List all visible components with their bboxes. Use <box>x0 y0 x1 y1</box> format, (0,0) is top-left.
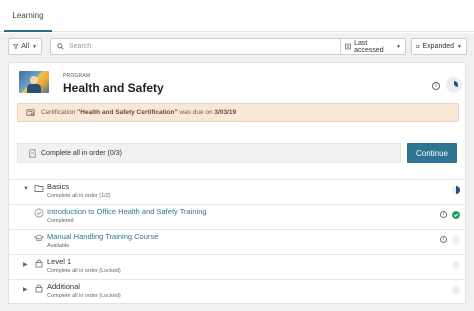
check-circle-icon <box>34 208 44 218</box>
certificate-icon <box>26 109 35 116</box>
chevron-down-icon: ▼ <box>457 43 462 50</box>
item-status: Complete all in order (Locked) <box>47 293 121 299</box>
program-thumbnail <box>19 71 49 93</box>
sort-icon <box>345 43 351 50</box>
document-icon <box>29 148 36 158</box>
grid-icon <box>416 45 420 48</box>
chevron-right-icon[interactable]: ▶ <box>23 286 28 293</box>
chevron-down-icon[interactable]: ▼ <box>23 186 29 192</box>
sort-label: Last accessed <box>354 39 384 54</box>
item-status: Complete all in order (Locked) <box>47 268 121 274</box>
list-item[interactable]: ▶ Level 1 Complete all in order (Locked) <box>9 254 465 279</box>
item-name[interactable]: Manual Handling Training Course <box>47 232 158 241</box>
toolbar: All ▼ Last accessed ▼ Expanded ▼ <box>8 38 468 56</box>
completed-check-icon <box>452 211 460 219</box>
sort-dropdown[interactable]: Last accessed ▼ <box>340 38 406 55</box>
lock-icon <box>35 284 43 293</box>
folder-icon <box>34 185 44 192</box>
item-name: Basics <box>47 182 70 191</box>
item-name[interactable]: Introduction to Office Health and Safety… <box>47 207 207 216</box>
chevron-right-icon[interactable]: ▶ <box>23 261 28 268</box>
not-started-icon <box>452 236 460 244</box>
chevron-down-icon: ▼ <box>396 43 401 50</box>
tab-bar: Learning <box>0 0 474 32</box>
info-icon[interactable]: i <box>432 82 440 90</box>
filter-label: All <box>21 43 30 50</box>
progress-pie-icon <box>452 186 460 194</box>
alert-text: Certification "Health and Safety Certifi… <box>41 109 237 116</box>
lock-icon <box>35 259 43 268</box>
view-dropdown[interactable]: Expanded ▼ <box>411 38 467 55</box>
item-name: Additional <box>47 282 80 291</box>
item-status: Complete all in order (1/2) <box>47 193 111 199</box>
not-started-icon <box>452 261 460 269</box>
not-started-icon <box>452 286 460 294</box>
order-label: Complete all in order (0/3) <box>41 149 122 157</box>
progress-indicator <box>446 77 462 93</box>
list-item[interactable]: Introduction to Office Health and Safety… <box>9 204 465 229</box>
list-item[interactable]: ▼ Basics Complete all in order (1/2) <box>9 179 465 204</box>
program-kind: PROGRAM <box>63 73 91 79</box>
filter-dropdown[interactable]: All ▼ <box>8 38 42 55</box>
search-icon <box>57 43 64 50</box>
search-input[interactable] <box>69 43 319 50</box>
page-title: Health and Safety <box>63 81 164 95</box>
info-icon[interactable]: i <box>440 211 447 218</box>
chevron-down-icon: ▼ <box>32 43 37 50</box>
list-item[interactable]: ▶ Additional Complete all in order (Lock… <box>9 279 465 304</box>
search-box <box>50 38 344 55</box>
item-status: Available <box>47 243 70 249</box>
program-card: PROGRAM Health and Safety i Certificatio… <box>8 62 466 304</box>
continue-button[interactable]: Continue <box>407 143 457 163</box>
item-name: Level 1 <box>47 257 72 266</box>
order-bar: Complete all in order (0/3) <box>17 143 401 163</box>
info-icon[interactable]: i <box>440 236 447 243</box>
view-label: Expanded <box>422 43 455 50</box>
certification-alert: Certification "Health and Safety Certifi… <box>17 103 459 122</box>
program-header: PROGRAM Health and Safety i <box>17 71 462 99</box>
cert-name: "Health and Safety Certification" <box>77 109 178 116</box>
item-status: Completed <box>47 218 74 224</box>
due-date: 3/03/19 <box>214 109 237 116</box>
tab-learning[interactable]: Learning <box>4 0 52 32</box>
graduation-cap-icon <box>34 234 44 242</box>
filter-icon <box>13 44 19 50</box>
list-item[interactable]: Manual Handling Training Course Availabl… <box>9 229 465 254</box>
progress-pie-icon <box>450 81 458 89</box>
